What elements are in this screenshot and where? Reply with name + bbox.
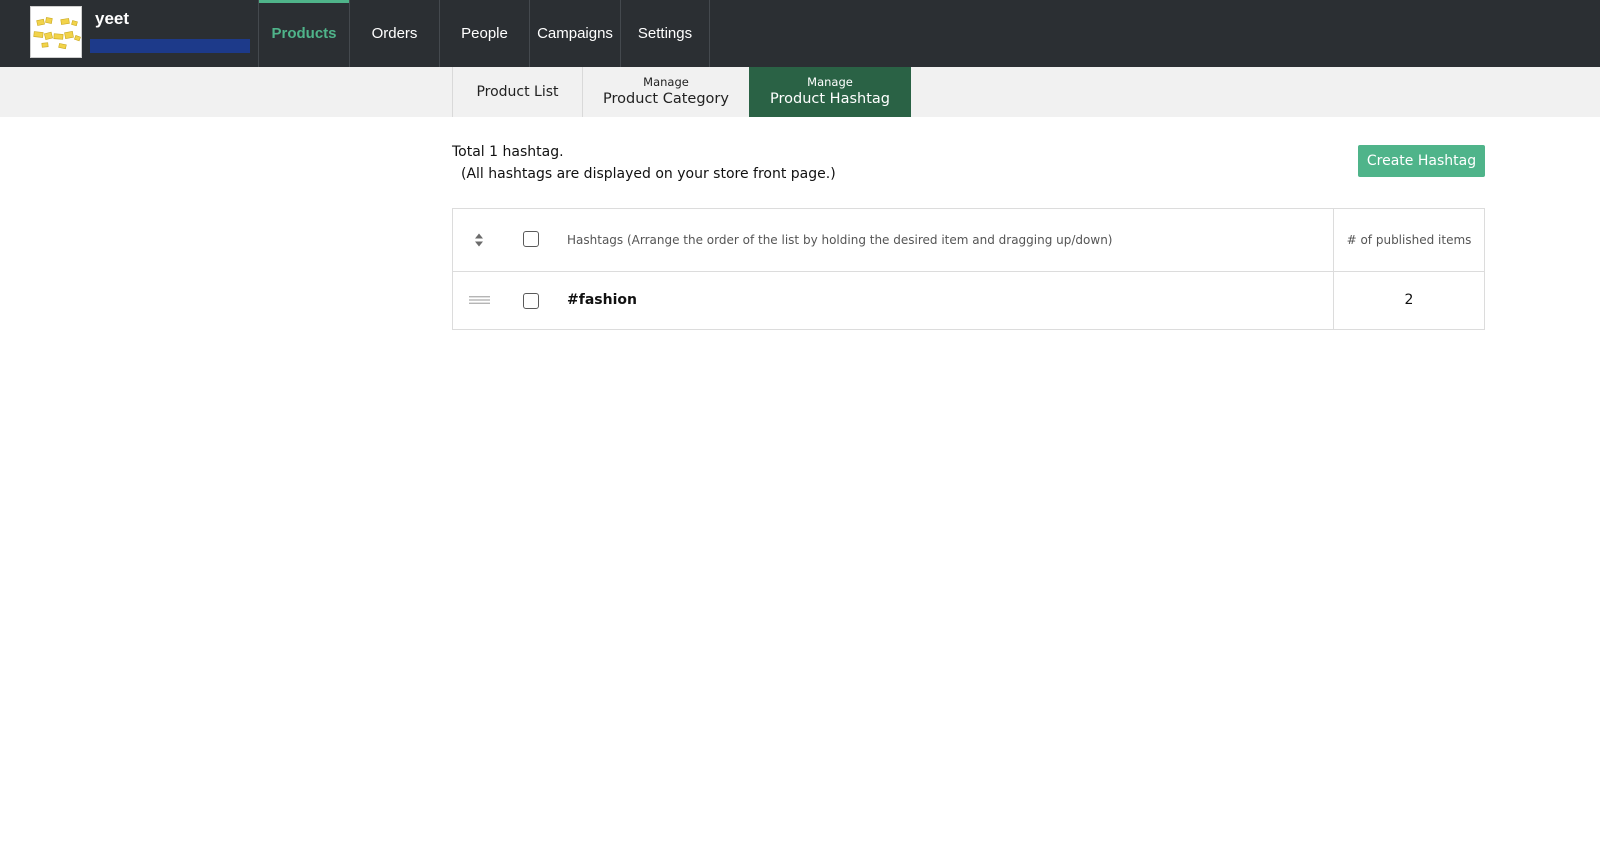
tab-hashtag-caption: Manage — [807, 75, 853, 89]
store-name: yeet — [95, 9, 130, 28]
create-hashtag-button[interactable]: Create Hashtag — [1358, 145, 1485, 177]
sub-navigation-bar: Product List Manage Product Category Man… — [0, 67, 1600, 117]
nav-people[interactable]: People — [439, 0, 529, 67]
top-navigation-bar: yeet Products Orders People Campaigns Se… — [0, 0, 1600, 67]
nav-products[interactable]: Products — [258, 0, 349, 67]
sort-icon[interactable] — [474, 232, 484, 248]
nav-orders[interactable]: Orders — [349, 0, 439, 67]
store-logo — [30, 6, 82, 58]
nav-settings[interactable]: Settings — [620, 0, 710, 67]
tab-product-hashtag[interactable]: Manage Product Hashtag — [749, 67, 911, 117]
hashtag-summary: Total 1 hashtag. (All hashtags are displ… — [452, 141, 836, 185]
hashtag-table: Hashtags (Arrange the order of the list … — [452, 208, 1485, 330]
tab-hashtag-label: Product Hashtag — [770, 91, 890, 107]
table-row[interactable]: #fashion 2 — [453, 272, 1484, 329]
select-all-checkbox[interactable] — [523, 231, 539, 247]
product-subtabs: Product List Manage Product Category Man… — [452, 67, 911, 117]
redacted-store-url — [90, 39, 250, 53]
hashtag-name[interactable]: #fashion — [567, 292, 637, 308]
nav-campaigns[interactable]: Campaigns — [529, 0, 620, 67]
hashtag-total: Total 1 hashtag. — [452, 144, 564, 160]
main-nav: Products Orders People Campaigns Setting… — [258, 0, 710, 67]
drag-handle-icon[interactable] — [469, 294, 490, 306]
tab-product-category[interactable]: Manage Product Category — [582, 67, 749, 117]
hashtags-column-header: Hashtags (Arrange the order of the list … — [567, 233, 1113, 247]
published-items-column-header: # of published items — [1346, 233, 1472, 247]
tab-product-list-label: Product List — [476, 84, 559, 100]
hashtag-display-note: (All hashtags are displayed on your stor… — [461, 166, 836, 182]
published-items-count: 2 — [1404, 292, 1414, 308]
store-switcher[interactable]: yeet — [30, 6, 260, 58]
table-header-row: Hashtags (Arrange the order of the list … — [453, 209, 1484, 272]
row-checkbox[interactable] — [523, 293, 539, 309]
tab-category-caption: Manage — [643, 75, 689, 89]
tab-product-list[interactable]: Product List — [452, 67, 582, 117]
tab-category-label: Product Category — [603, 91, 729, 107]
